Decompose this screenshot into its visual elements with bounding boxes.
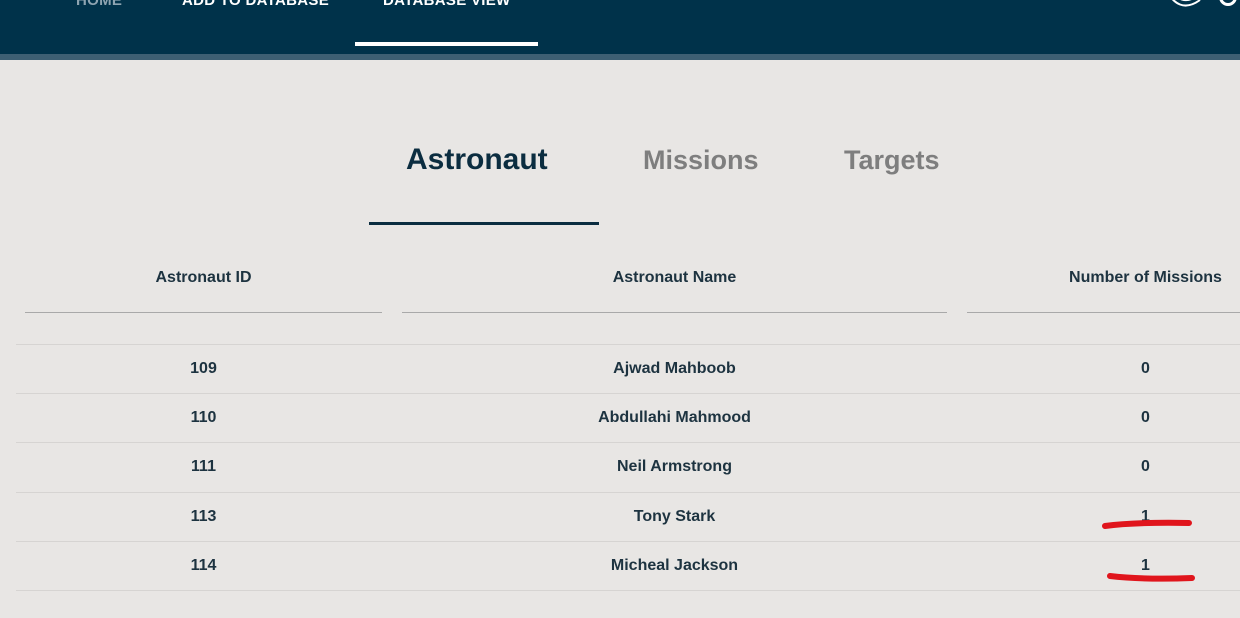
cell-number-of-missions: 0 <box>1141 360 1150 377</box>
logo-icon <box>1172 0 1201 7</box>
cell-astronaut-name: Abdullahi Mahmood <box>598 409 751 426</box>
tab-astronaut[interactable]: Astronaut <box>406 140 548 180</box>
cell-astronaut-id: 114 <box>190 557 217 574</box>
cell-astronaut-id: 111 <box>191 458 216 475</box>
tab-missions[interactable]: Missions <box>643 140 759 180</box>
row-separator <box>16 590 1240 591</box>
nav-active-indicator <box>355 42 538 46</box>
row-separator <box>16 344 1240 345</box>
red-underline-annotation <box>1102 519 1195 582</box>
column-header-astronaut-id: Astronaut ID <box>155 269 252 286</box>
cell-astronaut-id: 113 <box>190 508 217 525</box>
header-divider <box>967 312 1240 313</box>
cell-astronaut-name: Tony Stark <box>633 508 716 525</box>
column-header-number-of-missions: Number of Missions <box>1069 269 1222 286</box>
row-separator <box>16 393 1240 394</box>
row-separator <box>16 541 1240 542</box>
top-nav-bar: HOME ADD TO DATABASE DATABASE VIEW <box>0 0 1240 54</box>
row-separator <box>16 442 1240 443</box>
nav-database-view-link[interactable]: DATABASE VIEW <box>383 0 511 11</box>
logo-circle-icon <box>1219 0 1237 6</box>
cell-astronaut-id: 110 <box>190 409 217 426</box>
cell-number-of-missions: 0 <box>1141 458 1150 475</box>
tab-targets[interactable]: Targets <box>844 140 940 180</box>
header-divider <box>402 312 947 313</box>
cell-astronaut-name: Ajwad Mahboob <box>613 360 736 377</box>
nav-add-to-database-link[interactable]: ADD TO DATABASE <box>182 0 329 11</box>
column-header-astronaut-name: Astronaut Name <box>612 269 737 286</box>
cell-astronaut-id: 109 <box>190 360 217 377</box>
cell-astronaut-name: Micheal Jackson <box>610 557 739 574</box>
cell-astronaut-name: Neil Armstrong <box>617 458 732 475</box>
nav-home-link[interactable]: HOME <box>76 0 122 11</box>
cell-number-of-missions: 0 <box>1141 409 1150 426</box>
active-tab-indicator <box>369 222 599 225</box>
nav-bottom-border <box>0 54 1240 60</box>
row-separator <box>16 492 1240 493</box>
header-divider <box>25 312 382 313</box>
